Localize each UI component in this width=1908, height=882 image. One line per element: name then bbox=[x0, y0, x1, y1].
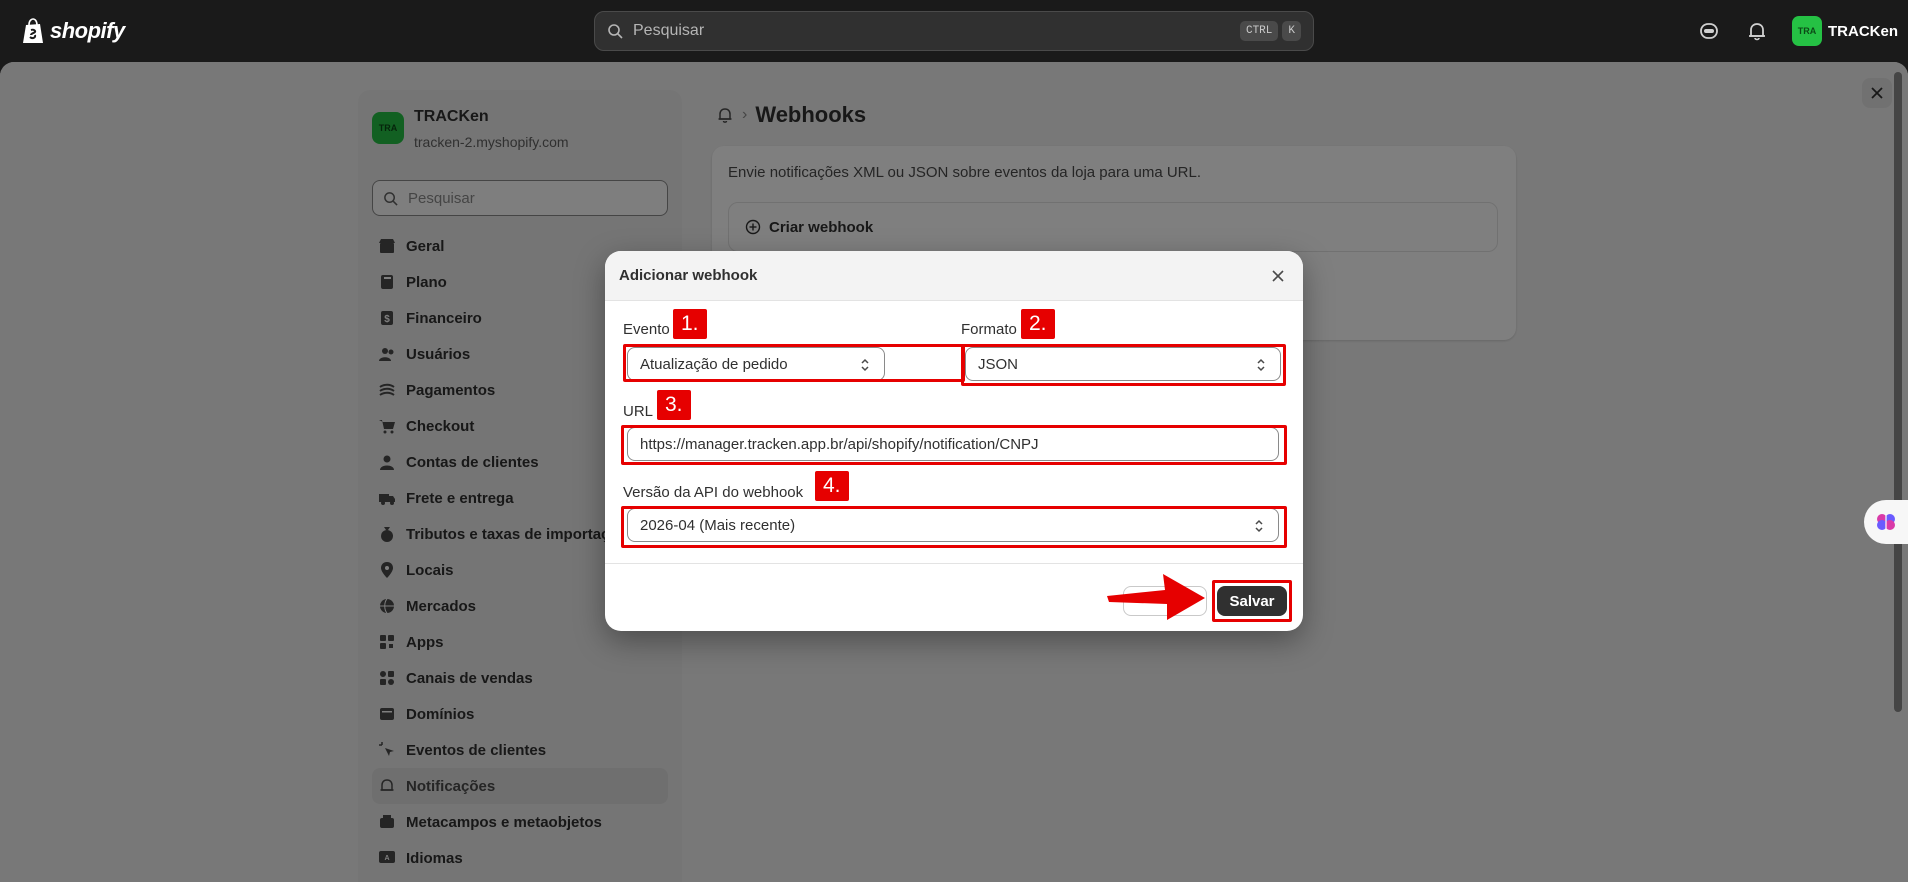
highlight-format bbox=[961, 344, 1286, 386]
store-chip-name: TRACKen bbox=[1828, 22, 1898, 40]
arrow-pointer-icon bbox=[1107, 574, 1205, 620]
add-webhook-modal: Adicionar webhook Evento 1. Atualização … bbox=[605, 251, 1303, 631]
top-bar: shopify Pesquisar CTRL K TRA TRACKen bbox=[0, 0, 1908, 62]
highlight-event bbox=[623, 344, 965, 382]
shortcut-key-k: K bbox=[1282, 21, 1301, 41]
step-badge-1: 1. bbox=[673, 309, 707, 339]
highlight-save bbox=[1212, 580, 1292, 622]
global-search-input[interactable]: Pesquisar CTRL K bbox=[594, 11, 1314, 51]
shopify-bag-icon bbox=[23, 18, 43, 43]
search-icon bbox=[608, 24, 623, 39]
shortcut-key-ctrl: CTRL bbox=[1239, 21, 1279, 41]
url-label: URL bbox=[623, 403, 654, 420]
modal-close-button[interactable] bbox=[1267, 265, 1289, 287]
brain-icon bbox=[1877, 514, 1895, 530]
highlight-url bbox=[621, 425, 1287, 465]
highlight-api-version bbox=[621, 506, 1287, 548]
step-badge-2: 2. bbox=[1021, 309, 1055, 339]
search-placeholder: Pesquisar bbox=[633, 22, 705, 39]
store-menu-button[interactable]: TRA TRACKen bbox=[1792, 16, 1898, 46]
modal-footer: Salvar bbox=[605, 563, 1303, 631]
avatar: TRA bbox=[1792, 16, 1822, 46]
step-badge-3: 3. bbox=[657, 390, 691, 420]
assistant-launcher[interactable] bbox=[1864, 500, 1908, 544]
close-icon bbox=[1272, 269, 1284, 282]
sidekick-icon[interactable] bbox=[1698, 20, 1720, 42]
event-label: Evento bbox=[623, 321, 670, 338]
step-badge-4: 4. bbox=[815, 471, 849, 501]
shopify-logo[interactable]: shopify bbox=[22, 15, 125, 47]
format-label: Formato bbox=[961, 321, 1017, 338]
modal-title: Adicionar webhook bbox=[619, 267, 758, 284]
bell-icon[interactable] bbox=[1746, 20, 1768, 42]
modal-header: Adicionar webhook bbox=[605, 251, 1303, 301]
api-version-label: Versão da API do webhook bbox=[623, 484, 804, 501]
logo-text: shopify bbox=[50, 18, 125, 43]
